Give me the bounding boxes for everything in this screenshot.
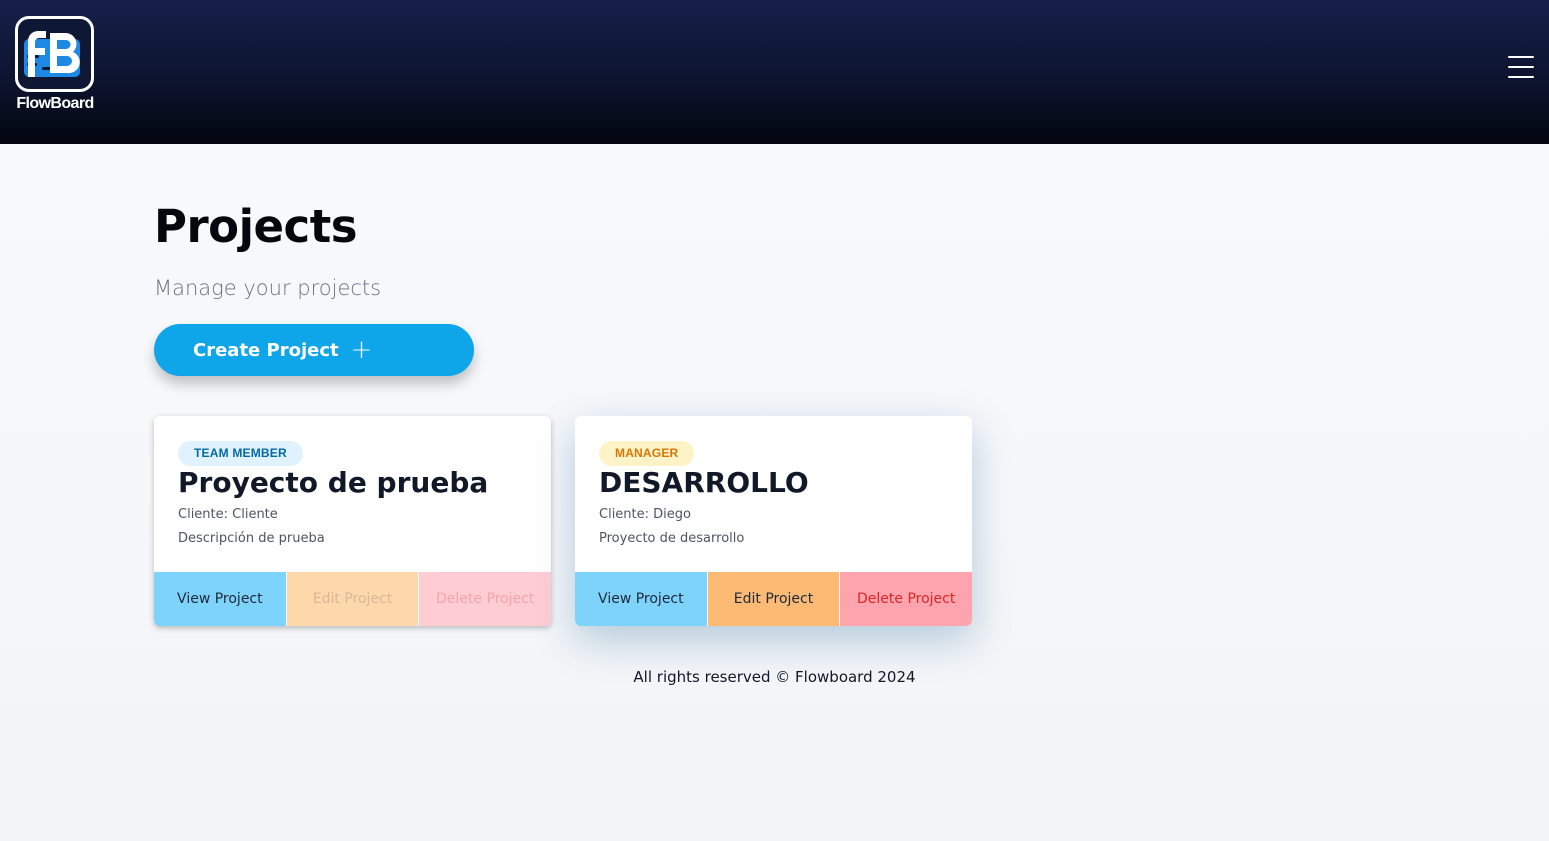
project-description: Descripción de prueba (178, 531, 325, 546)
page-title: Projects (154, 200, 358, 253)
edit-project-button: Edit Project (286, 572, 420, 626)
footer-copyright: All rights reserved © Flowboard 2024 (633, 668, 916, 686)
project-client: Cliente: Diego (599, 507, 691, 522)
plus-icon: + (350, 335, 373, 365)
project-client: Cliente: Cliente (178, 507, 278, 522)
role-badge: MANAGER (599, 441, 695, 466)
create-project-button[interactable]: Create Project + (154, 324, 474, 376)
view-project-button[interactable]: View Project (154, 572, 287, 626)
project-title: DESARROLLO (599, 466, 809, 499)
project-actions: View Project Edit Project Delete Project (575, 572, 972, 626)
delete-project-button: Delete Project (419, 572, 551, 626)
project-title: Proyecto de prueba (178, 466, 489, 499)
flowboard-logo[interactable]: FlowBoard (15, 16, 94, 116)
project-actions: View Project Edit Project Delete Project (154, 572, 551, 626)
logo-text: FlowBoard (16, 95, 94, 112)
project-card: TEAM MEMBER Proyecto de prueba Cliente: … (154, 416, 551, 626)
view-project-button[interactable]: View Project (575, 572, 708, 626)
logo-fb-mark (24, 31, 80, 77)
top-navbar: FlowBoard (0, 0, 1549, 144)
project-card: MANAGER DESARROLLO Cliente: Diego Proyec… (575, 416, 972, 626)
page-subtitle: Manage your projects (154, 276, 382, 300)
delete-project-button[interactable]: Delete Project (840, 572, 972, 626)
project-description: Proyecto de desarrollo (599, 531, 745, 546)
edit-project-button[interactable]: Edit Project (707, 572, 841, 626)
hamburger-menu-icon[interactable] (1506, 54, 1536, 80)
create-project-label: Create Project (193, 339, 339, 361)
role-badge: TEAM MEMBER (178, 441, 303, 466)
logo-badge-icon (15, 16, 94, 92)
